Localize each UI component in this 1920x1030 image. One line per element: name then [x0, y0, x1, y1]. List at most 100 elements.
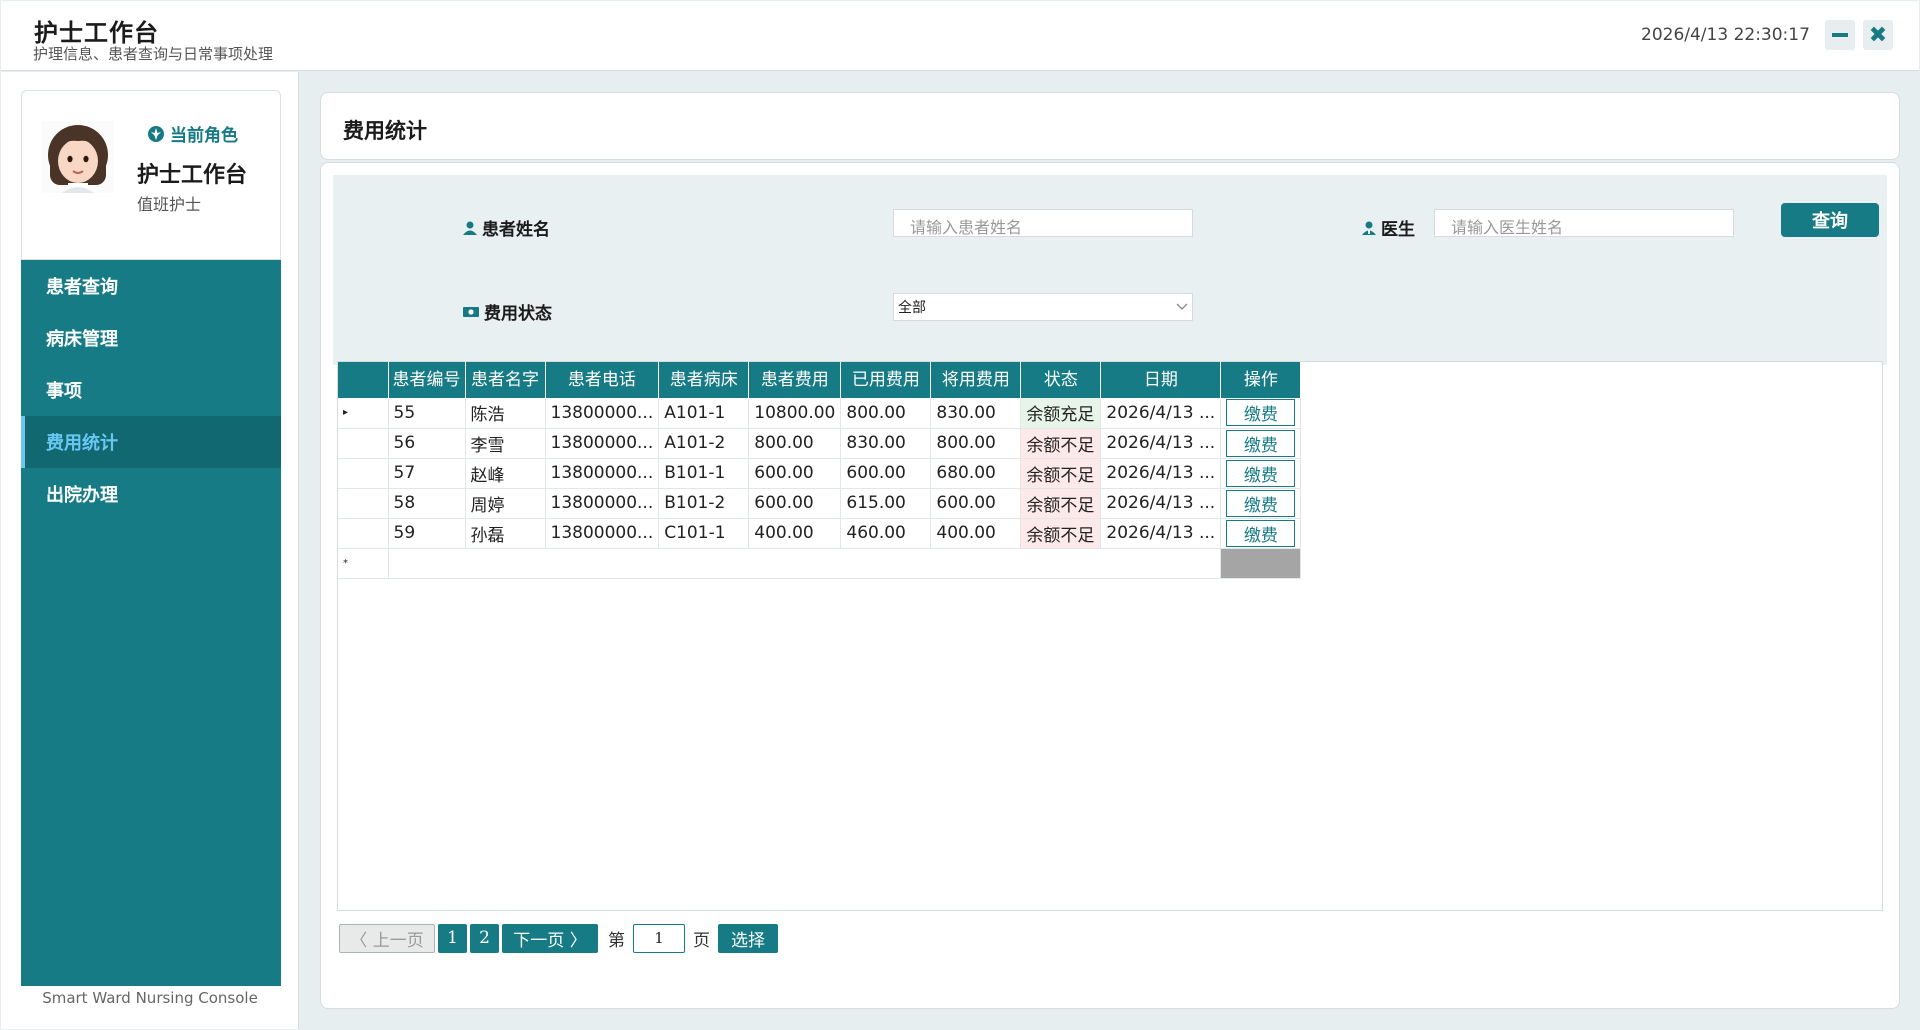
cell-pending-fee[interactable]: 830.00: [930, 398, 1022, 429]
column-header[interactable]: 已用费用: [840, 362, 932, 398]
cell-patient-phone[interactable]: 13800000...: [545, 488, 660, 519]
pay-button[interactable]: 缴费: [1226, 459, 1296, 487]
cell-action: 缴费: [1220, 428, 1302, 459]
minimize-icon: [1832, 33, 1848, 37]
sidebar-item-patient-query[interactable]: 患者查询: [21, 260, 281, 312]
sidebar-item-fee-statistics[interactable]: 费用统计: [21, 416, 281, 468]
profile-card: 当前角色 护士工作台 值班护士: [21, 90, 281, 260]
table-row[interactable]: 58 周婷 13800000... B101-2 600.00 615.00 6…: [338, 488, 1302, 519]
column-header[interactable]: 患者费用: [748, 362, 842, 398]
patient-name-input[interactable]: 请输入患者姓名: [893, 209, 1193, 237]
cell-patient-bed[interactable]: B101-2: [658, 488, 750, 519]
cell-date[interactable]: 2026/4/13 ...: [1100, 428, 1222, 459]
cell-patient-fee[interactable]: 400.00: [748, 518, 842, 549]
page-title: 费用统计: [343, 119, 427, 143]
cell-patient-id[interactable]: 56: [388, 428, 466, 459]
cell-patient-name[interactable]: 赵峰: [465, 458, 546, 489]
cell-date[interactable]: 2026/4/13 ...: [1100, 398, 1222, 429]
new-row[interactable]: *: [338, 547, 1302, 579]
column-header[interactable]: 操作: [1220, 362, 1302, 398]
pay-button[interactable]: 缴费: [1226, 429, 1296, 457]
cell-used-fee[interactable]: 800.00: [840, 398, 932, 429]
table-row[interactable]: 59 孙磊 13800000... C101-1 400.00 460.00 4…: [338, 518, 1302, 549]
new-row-cells[interactable]: [388, 548, 1222, 579]
cell-patient-id[interactable]: 58: [388, 488, 466, 519]
cell-patient-id[interactable]: 57: [388, 458, 466, 489]
fee-data-grid: 患者编号 患者名字 患者电话 患者病床 患者费用 已用费用 将用费用 状态 日期…: [337, 361, 1883, 911]
cell-status[interactable]: 余额充足: [1020, 398, 1102, 429]
sidebar-item-label: 患者查询: [46, 277, 118, 298]
column-header[interactable]: 患者电话: [545, 362, 660, 398]
cell-status[interactable]: 余额不足: [1020, 458, 1102, 489]
sidebar: 当前角色 护士工作台 值班护士 患者查询 病床管理 事项 费用统计 出院办理 S…: [1, 72, 299, 1029]
cell-used-fee[interactable]: 615.00: [840, 488, 932, 519]
cell-patient-phone[interactable]: 13800000...: [545, 518, 660, 549]
column-header[interactable]: 状态: [1020, 362, 1102, 398]
doctor-name-input[interactable]: 请输入医生姓名: [1434, 209, 1734, 237]
cell-date[interactable]: 2026/4/13 ...: [1100, 458, 1222, 489]
cell-patient-bed[interactable]: A101-2: [658, 428, 750, 459]
cell-patient-fee[interactable]: 800.00: [748, 428, 842, 459]
table-row[interactable]: 56 李雪 13800000... A101-2 800.00 830.00 8…: [338, 428, 1302, 459]
page-button-1[interactable]: 1: [438, 923, 467, 953]
cell-patient-fee[interactable]: 10800.00: [748, 398, 842, 429]
row-header-cell: [338, 518, 389, 549]
cell-date[interactable]: 2026/4/13 ...: [1100, 518, 1222, 549]
cell-status[interactable]: 余额不足: [1020, 428, 1102, 459]
cell-pending-fee[interactable]: 680.00: [930, 458, 1022, 489]
select-page-button[interactable]: 选择: [718, 923, 778, 953]
cell-pending-fee[interactable]: 600.00: [930, 488, 1022, 519]
cell-patient-name[interactable]: 孙磊: [465, 518, 546, 549]
filter-panel: 患者姓名 请输入患者姓名 医生 请输入医生姓名 查询 费用状态 全部: [333, 175, 1887, 365]
patient-name-placeholder: 请输入患者姓名: [910, 218, 1023, 237]
content-card: 患者姓名 请输入患者姓名 医生 请输入医生姓名 查询 费用状态 全部 患者编号 …: [320, 162, 1900, 1009]
column-header[interactable]: 患者病床: [658, 362, 750, 398]
cell-used-fee[interactable]: 600.00: [840, 458, 932, 489]
cell-date[interactable]: 2026/4/13 ...: [1100, 488, 1222, 519]
cell-patient-bed[interactable]: A101-1: [658, 398, 750, 429]
page-number-input[interactable]: 1: [633, 923, 685, 953]
cell-patient-phone[interactable]: 13800000...: [545, 398, 660, 429]
column-header[interactable]: 患者名字: [465, 362, 546, 398]
sidebar-item-discharge[interactable]: 出院办理: [21, 468, 281, 520]
cell-patient-bed[interactable]: B101-1: [658, 458, 750, 489]
cell-status[interactable]: 余额不足: [1020, 518, 1102, 549]
sidebar-item-bed-management[interactable]: 病床管理: [21, 312, 281, 364]
table-row[interactable]: 57 赵峰 13800000... B101-1 600.00 600.00 6…: [338, 458, 1302, 489]
minimize-button[interactable]: [1825, 20, 1855, 50]
sidebar-item-tasks[interactable]: 事项: [21, 364, 281, 416]
rebel-alliance-icon: [148, 125, 164, 142]
column-header[interactable]: 患者编号: [388, 362, 466, 398]
cell-patient-name[interactable]: 周婷: [465, 488, 546, 519]
close-button[interactable]: ✖: [1863, 20, 1893, 50]
pay-button[interactable]: 缴费: [1226, 399, 1296, 427]
cell-patient-bed[interactable]: C101-1: [658, 518, 750, 549]
cell-patient-phone[interactable]: 13800000...: [545, 458, 660, 489]
doctor-icon: [1362, 221, 1376, 235]
pay-button[interactable]: 缴费: [1226, 489, 1296, 517]
cell-patient-name[interactable]: 李雪: [465, 428, 546, 459]
fee-status-select[interactable]: 全部: [893, 293, 1193, 321]
cell-patient-phone[interactable]: 13800000...: [545, 428, 660, 459]
table-row[interactable]: ▸ 55 陈浩 13800000... A101-1 10800.00 800.…: [338, 398, 1302, 429]
prev-page-button[interactable]: 〈 上一页: [339, 923, 435, 953]
sidebar-item-label: 病床管理: [46, 329, 118, 350]
cell-status[interactable]: 余额不足: [1020, 488, 1102, 519]
column-header[interactable]: 将用费用: [930, 362, 1022, 398]
page-button-2[interactable]: 2: [470, 923, 499, 953]
cell-patient-fee[interactable]: 600.00: [748, 458, 842, 489]
query-button[interactable]: 查询: [1781, 203, 1879, 237]
cell-used-fee[interactable]: 830.00: [840, 428, 932, 459]
cell-patient-fee[interactable]: 600.00: [748, 488, 842, 519]
cell-patient-id[interactable]: 59: [388, 518, 466, 549]
cell-patient-id[interactable]: 55: [388, 398, 466, 429]
pay-button[interactable]: 缴费: [1226, 519, 1296, 547]
query-button-label: 查询: [1812, 211, 1848, 232]
cell-pending-fee[interactable]: 800.00: [930, 428, 1022, 459]
column-header[interactable]: 日期: [1100, 362, 1222, 398]
cell-used-fee[interactable]: 460.00: [840, 518, 932, 549]
row-header-cell: [338, 428, 389, 459]
cell-pending-fee[interactable]: 400.00: [930, 518, 1022, 549]
cell-patient-name[interactable]: 陈浩: [465, 398, 546, 429]
next-page-button[interactable]: 下一页 〉: [502, 923, 598, 953]
